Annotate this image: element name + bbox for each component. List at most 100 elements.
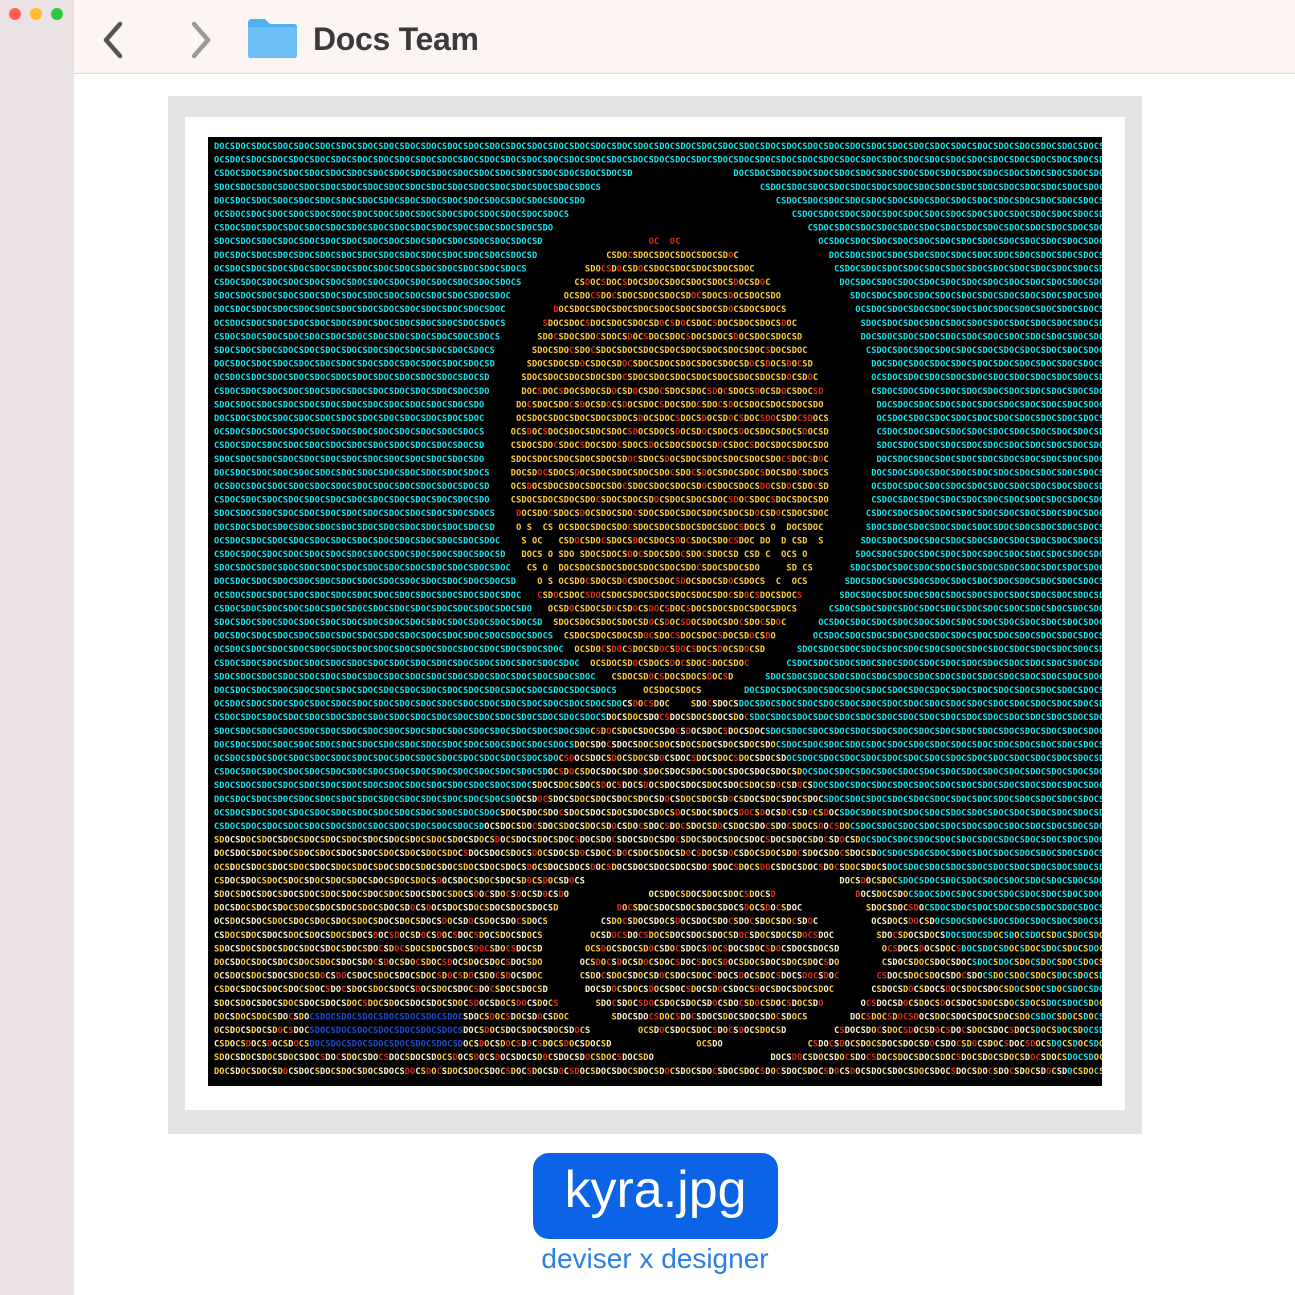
artwork-glyph: O: [479, 400, 484, 410]
artwork-glyph: S: [564, 210, 569, 220]
artwork-glyph: D: [1099, 428, 1102, 438]
artwork-glyph: C: [818, 523, 823, 533]
artwork-glyph: O: [755, 564, 760, 574]
image-thumbnail[interactable]: DOCSDOCSDOCSDOCSDOCSDOCSDOCSDOCSDOCSDOCS…: [208, 137, 1102, 1086]
artwork-glyph: S: [781, 305, 786, 315]
chevron-right-icon: [184, 20, 220, 60]
artwork-glyph: C: [675, 237, 680, 247]
artwork-glyph: C: [765, 278, 770, 288]
artwork-glyph: C: [500, 305, 505, 315]
artwork-glyph: O: [548, 224, 553, 234]
maximize-window-button[interactable]: [51, 8, 63, 20]
artwork-glyph: S: [484, 468, 489, 478]
folder-title: Docs Team: [313, 17, 479, 61]
artwork-glyph: D: [1099, 373, 1102, 383]
chevron-left-icon: [98, 20, 134, 60]
artwork-glyph: S: [1099, 142, 1102, 152]
artwork-glyph: S: [548, 577, 553, 587]
artwork-glyph: S: [490, 509, 495, 519]
artwork-glyph: S: [548, 523, 553, 533]
artwork-glyph: O: [479, 455, 484, 465]
artwork-glyph: D: [1099, 536, 1102, 546]
artwork-glyph: O: [580, 196, 585, 206]
image-preview-frame: DOCSDOCSDOCSDOCSDOCSDOCSDOCSDOCSDOCSDOCS…: [168, 96, 1142, 1134]
artwork-glyph: S: [490, 346, 495, 356]
minimize-window-button[interactable]: [30, 8, 42, 20]
artwork-glyph: O: [569, 550, 574, 560]
artwork-glyph: C: [765, 550, 770, 560]
artwork-glyph: O: [1099, 387, 1102, 397]
artwork-glyph: O: [484, 387, 489, 397]
artwork-glyph: D: [824, 482, 829, 492]
artwork-glyph: C: [1099, 564, 1102, 574]
artwork-glyph: O: [1099, 169, 1102, 179]
artwork-glyph: O: [1099, 550, 1102, 560]
artwork-glyph: D: [532, 251, 537, 261]
artwork-glyph: O: [1099, 332, 1102, 342]
artwork-glyph: D: [1099, 482, 1102, 492]
artwork-glyph: O: [771, 523, 776, 533]
artwork-glyph: S: [479, 428, 484, 438]
artwork-glyph: D: [490, 360, 495, 370]
artwork-glyph: O: [765, 536, 770, 546]
artwork-glyph: D: [490, 523, 495, 533]
image-preview-mat: DOCSDOCSDOCSDOCSDOCSDOCSDOCSDOCSDOCSDOCS…: [185, 117, 1125, 1110]
artwork-glyph: D: [808, 360, 813, 370]
artwork-glyph: S: [1099, 523, 1102, 533]
artwork-glyph: O: [802, 550, 807, 560]
artwork-glyph: O: [1099, 441, 1102, 451]
artwork-glyph: C: [1099, 455, 1102, 465]
toolbar: Docs Team: [74, 0, 1295, 74]
artwork-glyph: O: [776, 292, 781, 302]
artwork-glyph: D: [755, 550, 760, 560]
artwork-glyph: C: [802, 346, 807, 356]
artwork-glyph: O: [537, 577, 542, 587]
artwork-glyph: C: [1099, 400, 1102, 410]
forward-button[interactable]: [184, 20, 220, 60]
artwork-glyph: D: [537, 237, 542, 247]
artwork-glyph: S: [1099, 468, 1102, 478]
artwork-glyph: S: [1099, 414, 1102, 424]
artwork-glyph: C: [1099, 346, 1102, 356]
artwork-glyph: O: [1099, 278, 1102, 288]
artwork-glyph: C: [1099, 183, 1102, 193]
artwork-glyph: O: [1099, 496, 1102, 506]
artwork-glyph: D: [484, 482, 489, 492]
artwork-glyph: S: [802, 577, 807, 587]
artwork-glyph: C: [1099, 509, 1102, 519]
artwork-glyph: S: [818, 536, 823, 546]
artwork-glyph: S: [760, 577, 765, 587]
artwork-glyph: S: [792, 550, 797, 560]
ascii-portrait-artwork: DOCSDOCSDOCSDOCSDOCSDOCSDOCSDOCSDOCSDOCS…: [208, 137, 1102, 1086]
artwork-glyph: S: [1099, 196, 1102, 206]
artwork-glyph: S: [527, 523, 532, 533]
artwork-glyph: S: [1099, 577, 1102, 587]
artwork-glyph: D: [733, 550, 738, 560]
artwork-glyph: D: [627, 169, 632, 179]
artwork-glyph: C: [506, 292, 511, 302]
artwork-glyph: S: [495, 332, 500, 342]
artwork-glyph: C: [1099, 292, 1102, 302]
artwork-glyph: O: [1099, 224, 1102, 234]
artwork-glyph: C: [506, 564, 511, 574]
artwork-glyph: C: [495, 536, 500, 546]
artwork-glyph: O: [824, 496, 829, 506]
artwork-glyph: D: [511, 577, 516, 587]
artwork-glyph: C: [749, 264, 754, 274]
artwork-glyph: D: [824, 428, 829, 438]
artwork-glyph: O: [818, 400, 823, 410]
artwork-glyph: S: [1099, 251, 1102, 261]
artwork-glyph: S: [824, 468, 829, 478]
artwork-glyph: C: [824, 455, 829, 465]
artwork-glyph: D: [781, 536, 786, 546]
artwork-glyph: D: [1099, 210, 1102, 220]
artwork-glyph: S: [500, 319, 505, 329]
artwork-glyph: C: [1099, 237, 1102, 247]
artwork-glyph: D: [1099, 264, 1102, 274]
close-window-button[interactable]: [9, 8, 21, 20]
artwork-glyph: C: [479, 414, 484, 424]
back-button[interactable]: [98, 20, 134, 60]
artwork-glyph: C: [824, 509, 829, 519]
artwork-glyph: S: [521, 264, 526, 274]
artwork-glyph: O: [548, 550, 553, 560]
